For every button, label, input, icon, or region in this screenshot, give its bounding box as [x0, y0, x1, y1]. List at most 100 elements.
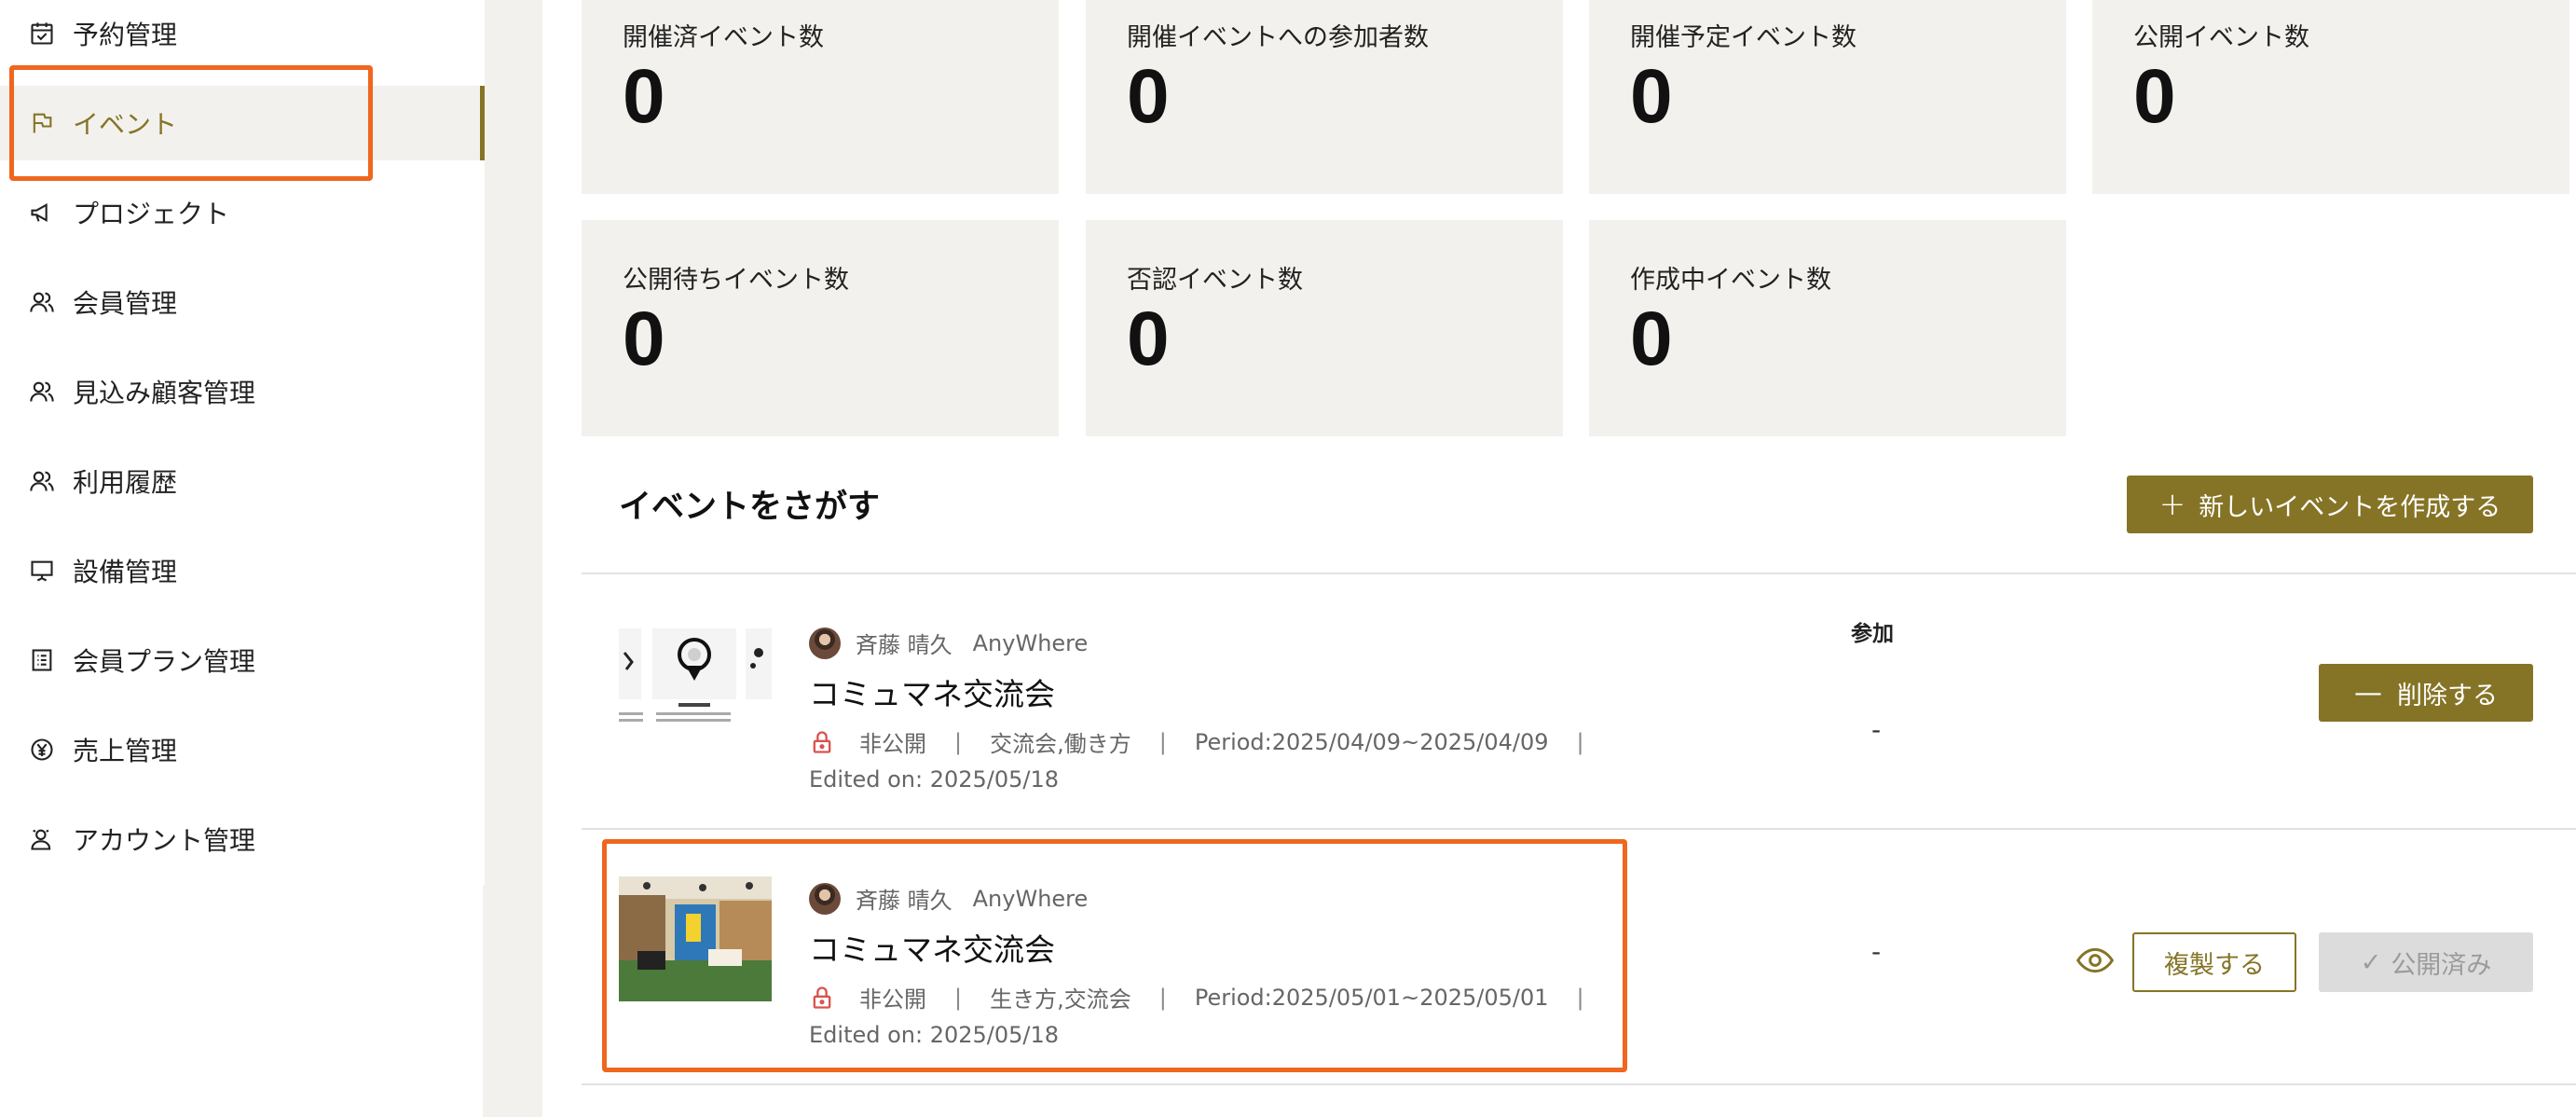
- stat-card-rejected-events: 否認イベント数 0: [1086, 220, 1563, 436]
- lock-icon: [813, 986, 831, 1009]
- lock-icon: [813, 730, 831, 753]
- create-event-label: 新しいイベントを作成する: [2199, 492, 2501, 522]
- separator: |: [1158, 728, 1167, 755]
- stat-card-public-events: 公開イベント数 0: [2092, 0, 2569, 194]
- sidebar-item-facilities[interactable]: 設備管理: [0, 533, 485, 608]
- megaphone-icon: [28, 199, 56, 227]
- stat-label: 開催済イベント数: [623, 23, 824, 52]
- sidebar-item-accounts[interactable]: アカウント管理: [0, 802, 485, 876]
- divider: [582, 828, 2576, 830]
- delete-button[interactable]: — 削除する: [2319, 664, 2533, 722]
- sidebar-item-label: 利用履歴: [73, 467, 178, 498]
- event-title[interactable]: コミュマネ交流会: [809, 925, 1055, 970]
- separator: |: [954, 984, 963, 1011]
- published-button: ✓ 公開済み: [2319, 932, 2533, 992]
- published-label: 公開済み: [2391, 950, 2492, 980]
- sidebar-item-sales[interactable]: 売上管理: [0, 712, 485, 787]
- yen-circle-icon: [28, 736, 56, 764]
- visibility-status: 非公開: [859, 986, 926, 1013]
- divider: [582, 1083, 2576, 1085]
- author-org: AnyWhere: [972, 885, 1089, 912]
- sidebar-item-label: 設備管理: [73, 557, 178, 587]
- sidebar-item-label: 会員管理: [73, 288, 178, 319]
- calendar-check-icon: [28, 20, 56, 48]
- sidebar-item-events[interactable]: イベント: [0, 86, 485, 160]
- event-period: Period:2025/05/01~2025/05/01: [1194, 984, 1549, 1011]
- participation-column-header: 参加: [1851, 622, 1894, 646]
- stat-value: 0: [623, 296, 665, 381]
- sidebar-item-label: イベント: [73, 109, 178, 140]
- sidebar-item-members[interactable]: 会員管理: [0, 265, 485, 339]
- edited-date: Edited on: 2025/05/18: [809, 1022, 1060, 1048]
- sidebar-item-label: 予約管理: [73, 20, 178, 50]
- stat-card-held-events: 開催済イベント数 0: [582, 0, 1059, 194]
- stat-value: 0: [2133, 54, 2176, 139]
- separator: |: [1576, 984, 1584, 1011]
- plus-icon: +: [2158, 486, 2186, 523]
- content-left-gutter: [483, 0, 542, 1117]
- stat-label: 公開イベント数: [2133, 23, 2309, 52]
- eye-icon[interactable]: [2076, 942, 2114, 979]
- users-icon: [28, 288, 56, 316]
- separator: |: [1158, 984, 1167, 1011]
- event-author: 斉藤 晴久 AnyWhere: [809, 627, 1088, 659]
- sidebar-item-prospects[interactable]: 見込み顧客管理: [0, 354, 485, 429]
- sidebar-item-label: 見込み顧客管理: [73, 378, 256, 408]
- event-period: Period:2025/04/09~2025/04/09: [1194, 728, 1549, 755]
- duplicate-button[interactable]: 複製する: [2132, 932, 2296, 992]
- divider: [582, 572, 2576, 574]
- user-gear-icon: [28, 825, 56, 853]
- event-tags: 生き方,交流会: [990, 986, 1131, 1013]
- presentation-board-icon: [28, 557, 56, 585]
- author-name: 斉藤 晴久: [856, 632, 952, 658]
- event-thumbnail[interactable]: [619, 625, 772, 750]
- event-meta: 非公開 | 生き方,交流会 | Period:2025/05/01~2025/0…: [809, 981, 1612, 1014]
- stat-value: 0: [1630, 296, 1673, 381]
- participation-value: -: [1871, 714, 1882, 745]
- avatar: [809, 882, 841, 915]
- stat-card-draft-events: 作成中イベント数 0: [1589, 220, 2066, 436]
- stat-label: 作成中イベント数: [1630, 266, 1831, 295]
- author-org: AnyWhere: [972, 629, 1089, 656]
- stat-label: 開催イベントへの参加者数: [1127, 23, 1429, 52]
- sidebar-item-member-plans[interactable]: 会員プラン管理: [0, 623, 485, 697]
- sidebar-item-usage-history[interactable]: 利用履歴: [0, 444, 485, 518]
- section-title: イベントをさがす: [619, 489, 881, 526]
- check-icon: ✓: [2360, 947, 2382, 977]
- stat-card-pending-events: 公開待ちイベント数 0: [582, 220, 1059, 436]
- separator: |: [1576, 728, 1584, 755]
- sidebar-item-reservations[interactable]: 予約管理: [0, 0, 485, 71]
- flag-icon: [28, 109, 56, 137]
- visibility-status: 非公開: [859, 731, 926, 757]
- create-event-button[interactable]: + 新しいイベントを作成する: [2127, 476, 2533, 533]
- stat-label: 開催予定イベント数: [1630, 23, 1857, 52]
- event-thumbnail[interactable]: [619, 876, 772, 1001]
- minus-icon: —: [2354, 676, 2382, 710]
- stat-value: 0: [1127, 54, 1170, 139]
- edited-date: Edited on: 2025/05/18: [809, 766, 1060, 793]
- sidebar-item-label: 売上管理: [73, 736, 178, 766]
- active-indicator: [480, 86, 485, 160]
- stat-value: 0: [1630, 54, 1673, 139]
- stat-label: 否認イベント数: [1127, 266, 1303, 295]
- sidebar-item-label: アカウント管理: [73, 825, 256, 856]
- sidebar-item-label: プロジェクト: [73, 199, 230, 229]
- stat-label: 公開待ちイベント数: [623, 266, 849, 295]
- stat-card-participants: 開催イベントへの参加者数 0: [1086, 0, 1563, 194]
- sidebar-item-projects[interactable]: プロジェクト: [0, 175, 485, 250]
- stat-value: 0: [623, 54, 665, 139]
- sidebar: 予約管理 イベント プロジェクト 会員管理 見込み顧客管理 利用履歴 設備管理 …: [0, 0, 485, 886]
- participation-value: -: [1871, 936, 1882, 967]
- author-name: 斉藤 晴久: [856, 888, 952, 914]
- users-icon: [28, 467, 56, 495]
- avatar: [809, 627, 841, 659]
- delete-label: 削除する: [2397, 681, 2498, 710]
- stat-card-scheduled-events: 開催予定イベント数 0: [1589, 0, 2066, 194]
- stat-value: 0: [1127, 296, 1170, 381]
- list-icon: [28, 646, 56, 674]
- separator: |: [954, 728, 963, 755]
- event-title[interactable]: コミュマネ交流会: [809, 669, 1055, 714]
- sidebar-item-label: 会員プラン管理: [73, 646, 256, 677]
- event-tags: 交流会,働き方: [990, 731, 1131, 757]
- event-meta: 非公開 | 交流会,働き方 | Period:2025/04/09~2025/0…: [809, 725, 1612, 758]
